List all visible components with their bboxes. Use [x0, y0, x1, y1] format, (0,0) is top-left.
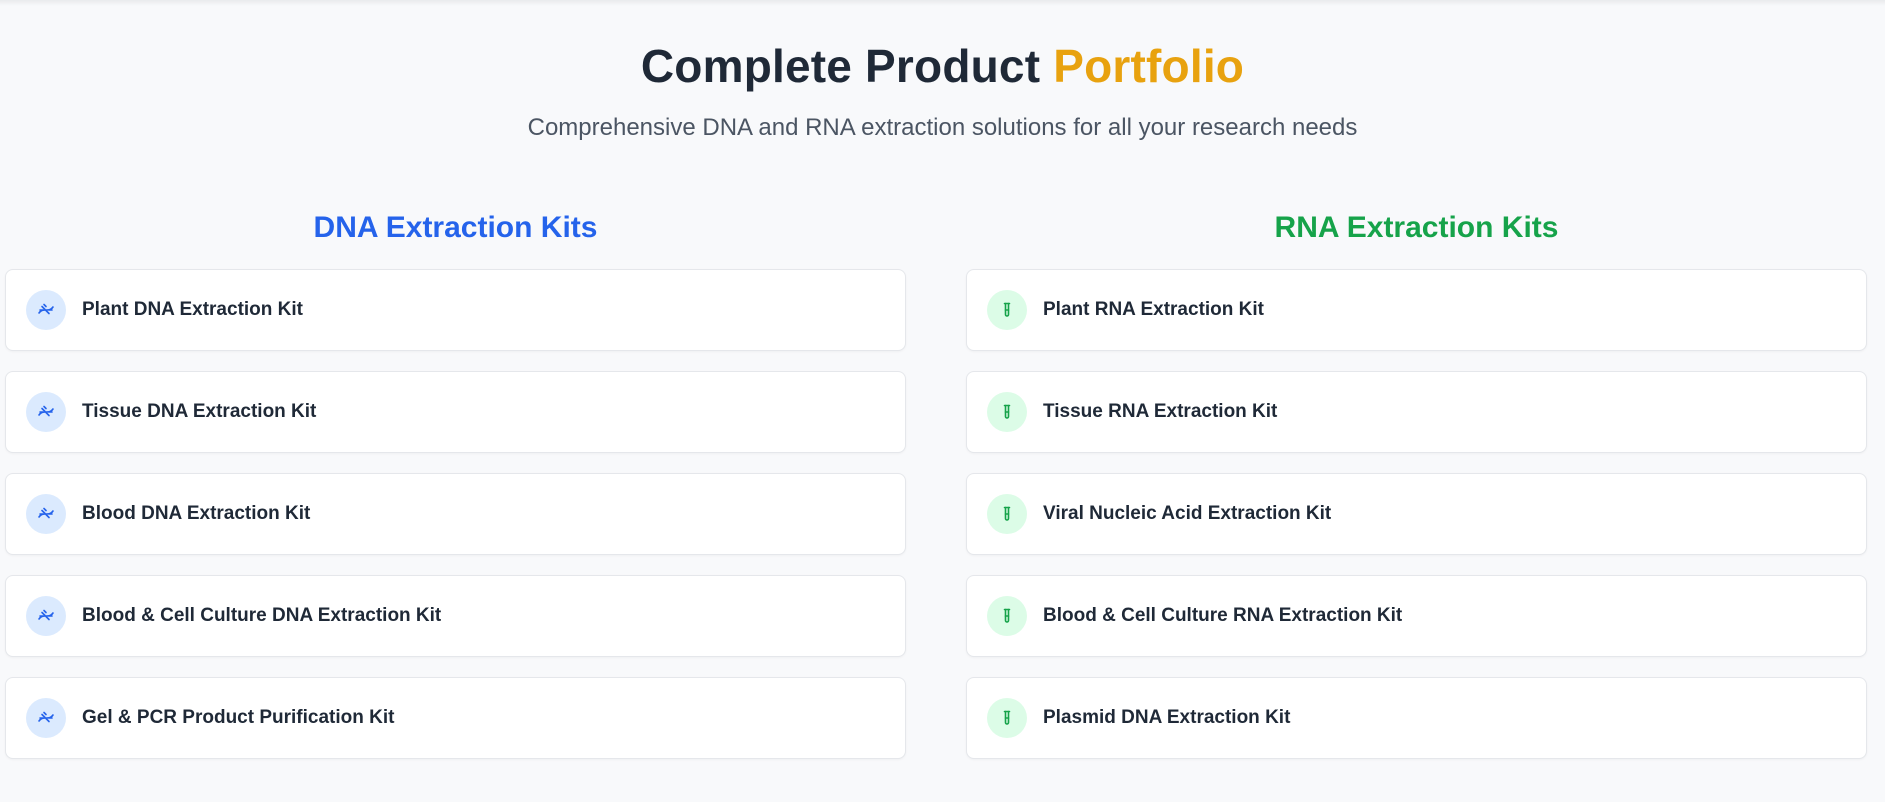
rna-kit-card[interactable]: Tissue RNA Extraction Kit	[966, 371, 1867, 453]
dna-kits-section: DNA Extraction Kits Plant DNA Extraction…	[5, 205, 906, 761]
dna-kit-card[interactable]: Gel & PCR Product Purification Kit	[5, 677, 906, 759]
kit-label: Tissue RNA Extraction Kit	[1043, 401, 1278, 422]
rna-kit-card[interactable]: Plasmid DNA Extraction Kit	[966, 677, 1867, 759]
page-title-main: Complete Product	[640, 40, 1041, 92]
test-tube-icon	[987, 290, 1027, 330]
page-title: Complete Product Portfolio	[0, 38, 1885, 94]
kit-label: Blood & Cell Culture RNA Extraction Kit	[1043, 605, 1403, 626]
kit-label: Blood & Cell Culture DNA Extraction Kit	[82, 605, 442, 626]
rna-section-heading: RNA Extraction Kits	[1274, 211, 1559, 244]
kit-label: Plant DNA Extraction Kit	[82, 299, 303, 320]
kit-label: Blood DNA Extraction Kit	[82, 503, 311, 524]
dna-kit-list: Plant DNA Extraction Kit Tissue DNA Extr…	[5, 269, 906, 759]
dna-icon	[26, 596, 66, 636]
product-portfolio-page: Complete Product Portfolio Comprehensive…	[0, 0, 1885, 802]
test-tube-icon	[987, 596, 1027, 636]
rna-kit-card[interactable]: Blood & Cell Culture RNA Extraction Kit	[966, 575, 1867, 657]
rna-kit-card[interactable]: Plant RNA Extraction Kit	[966, 269, 1867, 351]
dna-kit-card[interactable]: Tissue DNA Extraction Kit	[5, 371, 906, 453]
dna-section-heading: DNA Extraction Kits	[313, 211, 598, 244]
page-title-accent: Portfolio	[1053, 40, 1245, 92]
test-tube-icon	[987, 698, 1027, 738]
kit-label: Gel & PCR Product Purification Kit	[82, 707, 395, 728]
dna-kit-card[interactable]: Plant DNA Extraction Kit	[5, 269, 906, 351]
dna-kit-card[interactable]: Blood & Cell Culture DNA Extraction Kit	[5, 575, 906, 657]
kit-label: Tissue DNA Extraction Kit	[82, 401, 317, 422]
dna-icon	[26, 290, 66, 330]
dna-icon	[26, 494, 66, 534]
dna-icon	[26, 392, 66, 432]
kit-label: Viral Nucleic Acid Extraction Kit	[1043, 503, 1332, 524]
kit-label: Plasmid DNA Extraction Kit	[1043, 707, 1291, 728]
rna-kits-section: RNA Extraction Kits Plant RNA Extraction…	[966, 205, 1867, 761]
header-shadow	[0, 0, 1885, 6]
dna-icon	[26, 698, 66, 738]
dna-kit-card[interactable]: Blood DNA Extraction Kit	[5, 473, 906, 555]
rna-kit-card[interactable]: Viral Nucleic Acid Extraction Kit	[966, 473, 1867, 555]
page-subtitle: Comprehensive DNA and RNA extraction sol…	[527, 114, 1358, 141]
kit-label: Plant RNA Extraction Kit	[1043, 299, 1264, 320]
test-tube-icon	[987, 392, 1027, 432]
rna-kit-list: Plant RNA Extraction Kit Tissue RNA Extr…	[966, 269, 1867, 759]
test-tube-icon	[987, 494, 1027, 534]
